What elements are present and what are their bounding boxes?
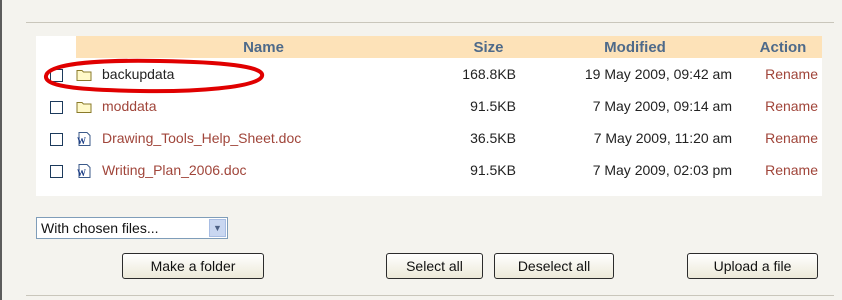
upload-file-button[interactable]: Upload a file — [687, 253, 818, 279]
file-name-link[interactable]: moddata — [102, 98, 156, 114]
svg-text:W: W — [77, 136, 86, 146]
header-size[interactable]: Size — [451, 36, 526, 58]
window-left-edge — [0, 0, 2, 300]
highlight-ellipse — [44, 58, 264, 94]
file-name-link[interactable]: Drawing_Tools_Help_Sheet.doc — [102, 130, 301, 146]
file-name-link[interactable]: Writing_Plan_2006.doc — [102, 162, 247, 178]
svg-text:W: W — [77, 168, 86, 178]
table-row: W Drawing_Tools_Help_Sheet.doc 36.5KB 7 … — [36, 122, 822, 154]
header-select-column — [36, 36, 76, 58]
table-row: W Writing_Plan_2006.doc 91.5KB 7 May 200… — [36, 154, 822, 186]
table-header-row: Name Size Modified Action — [36, 36, 822, 58]
deselect-all-button[interactable]: Deselect all — [494, 253, 614, 279]
file-modified: 7 May 2009, 09:14 am — [526, 90, 744, 122]
chevron-down-icon[interactable]: ▼ — [209, 219, 226, 237]
rename-link[interactable]: Rename — [744, 58, 822, 90]
header-name[interactable]: Name — [76, 36, 451, 58]
bottom-divider — [26, 295, 834, 296]
file-modified: 19 May 2009, 09:42 am — [526, 58, 744, 90]
bulk-action-selected: With chosen files... — [41, 220, 159, 236]
file-modified: 7 May 2009, 02:03 pm — [526, 154, 744, 186]
file-size: 168.8KB — [451, 58, 526, 90]
header-action: Action — [744, 36, 822, 58]
top-divider — [26, 22, 834, 23]
rename-link[interactable]: Rename — [744, 154, 822, 186]
make-folder-button[interactable]: Make a folder — [122, 253, 264, 279]
header-modified[interactable]: Modified — [526, 36, 744, 58]
rename-link[interactable]: Rename — [744, 90, 822, 122]
file-size: 91.5KB — [451, 90, 526, 122]
word-document-icon: W — [77, 164, 91, 179]
file-size: 91.5KB — [451, 154, 526, 186]
row-checkbox[interactable] — [50, 132, 63, 146]
select-all-button[interactable]: Select all — [386, 253, 483, 279]
row-checkbox[interactable] — [50, 164, 63, 178]
folder-icon — [76, 102, 92, 114]
table-row: moddata 91.5KB 7 May 2009, 09:14 am Rena… — [36, 90, 822, 122]
file-modified: 7 May 2009, 11:20 am — [526, 122, 744, 154]
bulk-action-select[interactable]: With chosen files... ▼ — [36, 217, 228, 239]
row-checkbox[interactable] — [50, 100, 63, 114]
word-document-icon: W — [77, 132, 91, 147]
file-size: 36.5KB — [451, 122, 526, 154]
rename-link[interactable]: Rename — [744, 122, 822, 154]
